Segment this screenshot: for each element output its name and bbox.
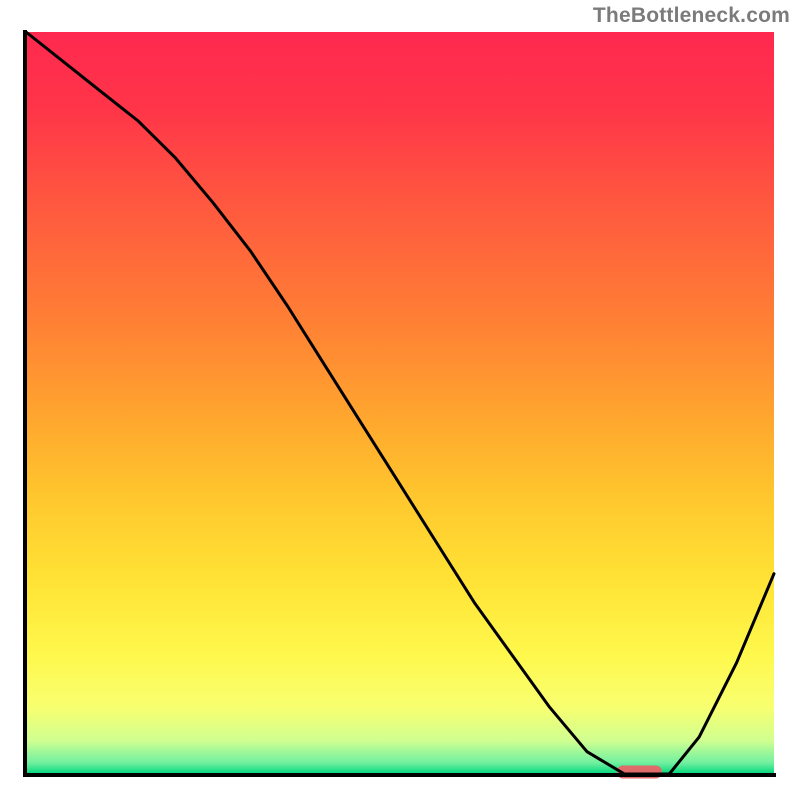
bottleneck-chart [0, 0, 800, 800]
chart-container: { "watermark": "TheBottleneck.com", "cha… [0, 0, 800, 800]
plot-background [26, 32, 774, 774]
